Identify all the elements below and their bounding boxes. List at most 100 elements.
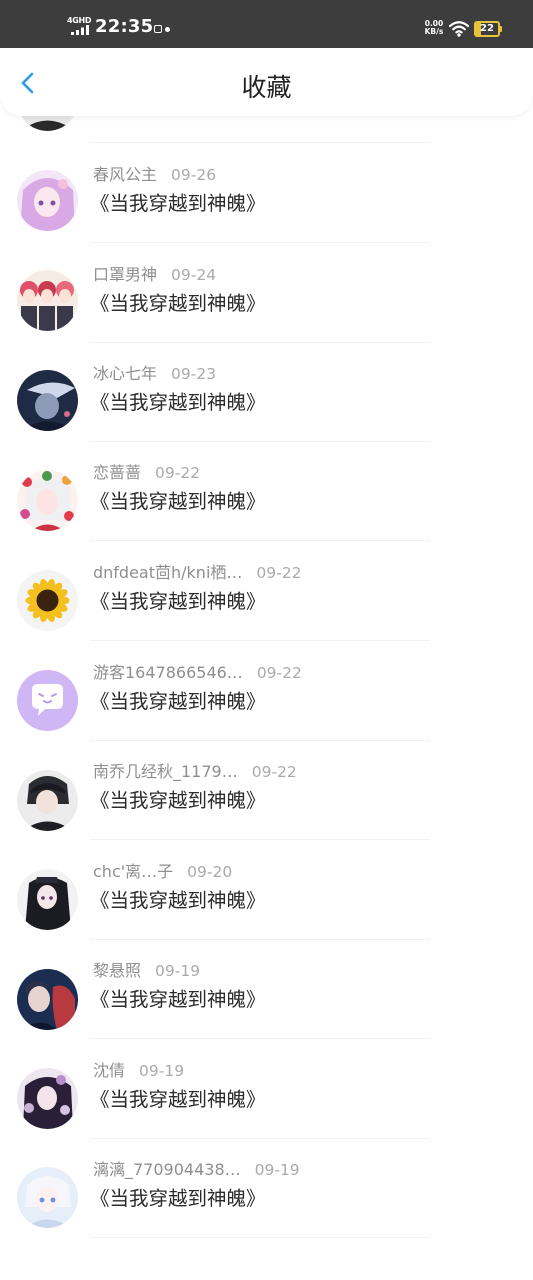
avatar-image	[17, 969, 78, 1030]
list-item[interactable]: 漓漓_770904438… 09-19 《当我穿越到神魄》	[0, 1149, 533, 1248]
avatar-image	[17, 570, 78, 631]
avatar[interactable]	[17, 470, 78, 531]
username[interactable]: chc'离…子	[93, 861, 173, 883]
nav-header: 收藏	[0, 48, 533, 116]
username[interactable]: 南乔几经秋_1179…	[93, 761, 238, 783]
network-speed-unit: KB/s	[424, 27, 444, 36]
book-title[interactable]: 《当我穿越到神魄》	[90, 389, 266, 417]
avatar[interactable]	[17, 1167, 78, 1228]
avatar[interactable]	[17, 370, 78, 431]
list-item[interactable]: 恋蔷蔷 09-22 《当我穿越到神魄》	[0, 452, 533, 551]
avatar-image	[17, 869, 78, 930]
favorite-date: 09-22	[155, 464, 201, 482]
divider	[90, 540, 430, 541]
book-title[interactable]: 《当我穿越到神魄》	[90, 488, 266, 516]
avatar-image	[17, 1068, 78, 1129]
back-button[interactable]	[14, 68, 44, 98]
favorite-date: 09-19	[155, 962, 201, 980]
divider	[90, 242, 430, 243]
avatar-image	[17, 370, 78, 431]
divider	[90, 342, 430, 343]
favorite-date: 09-22	[251, 763, 297, 781]
user-line: 游客1647866546… 09-22	[93, 662, 302, 684]
user-line: 漓漓_770904438… 09-19	[93, 1159, 300, 1181]
avatar[interactable]	[17, 170, 78, 231]
book-title[interactable]: 《当我穿越到神魄》	[90, 190, 266, 218]
favorites-list[interactable]: 天_05210275084…09-27《当我穿越到神魄》春风公主09-26《当我…	[0, 48, 533, 1280]
avatar[interactable]	[17, 869, 78, 930]
book-title[interactable]: 《当我穿越到神魄》	[90, 1185, 266, 1213]
cellular-signal-icon: 4GHD	[67, 16, 92, 37]
username[interactable]: 黎悬照	[93, 960, 141, 982]
avatar-image	[17, 1167, 78, 1228]
list-item[interactable]: chc'离…子 09-20 《当我穿越到神魄》	[0, 851, 533, 950]
list-item[interactable]: dnfdeat茴h/kni栖… 09-22 《当我穿越到神魄》	[0, 552, 533, 651]
list-item[interactable]: 沈倩 09-19 《当我穿越到神魄》	[0, 1050, 533, 1149]
divider	[90, 839, 430, 840]
divider	[90, 1138, 430, 1139]
username[interactable]: 冰心七年	[93, 363, 157, 385]
favorite-date: 09-19	[139, 1062, 185, 1080]
user-line: 沈倩 09-19	[93, 1060, 184, 1082]
book-title[interactable]: 《当我穿越到神魄》	[90, 688, 266, 716]
favorite-date: 09-24	[171, 266, 217, 284]
user-line: 春风公主 09-26	[93, 164, 216, 186]
book-title[interactable]: 《当我穿越到神魄》	[90, 588, 266, 616]
book-title[interactable]: 《当我穿越到神魄》	[90, 986, 266, 1014]
list-item[interactable]: 口罩男神 09-24 《当我穿越到神魄》	[0, 254, 533, 353]
favorite-date: 09-26	[171, 166, 217, 184]
wifi-icon	[449, 21, 469, 37]
favorite-date: 09-22	[256, 564, 302, 582]
network-type-label: 4GHD	[67, 16, 92, 25]
book-title[interactable]: 《当我穿越到神魄》	[90, 1086, 266, 1114]
username[interactable]: dnfdeat茴h/kni栖…	[93, 562, 242, 584]
battery-icon: 22	[474, 21, 502, 37]
divider	[90, 1038, 430, 1039]
avatar[interactable]	[17, 670, 78, 731]
avatar[interactable]	[17, 969, 78, 1030]
username[interactable]: 恋蔷蔷	[93, 462, 141, 484]
avatar-image	[17, 470, 78, 531]
avatar[interactable]	[17, 570, 78, 631]
list-item[interactable]: 南乔几经秋_1179… 09-22 《当我穿越到神魄》	[0, 751, 533, 850]
username[interactable]: 游客1647866546…	[93, 662, 243, 684]
notification-dot-icon	[165, 27, 170, 32]
favorite-date: 09-22	[256, 664, 302, 682]
avatar[interactable]	[17, 1068, 78, 1129]
status-bar: 4GHD 22:35 0.00 KB/s 22	[0, 0, 533, 48]
user-line: 恋蔷蔷 09-22	[93, 462, 200, 484]
book-title[interactable]: 《当我穿越到神魄》	[90, 787, 266, 815]
status-time: 22:35	[95, 16, 154, 37]
list-item[interactable]: 游客1647866546… 09-22 《当我穿越到神魄》	[0, 652, 533, 751]
user-line: 口罩男神 09-24	[93, 264, 216, 286]
list-item[interactable]: 冰心七年 09-23 《当我穿越到神魄》	[0, 353, 533, 452]
divider	[90, 1237, 430, 1238]
network-speed: 0.00 KB/s	[423, 20, 445, 36]
divider	[90, 142, 430, 143]
avatar-image	[17, 170, 78, 231]
user-line: dnfdeat茴h/kni栖… 09-22	[93, 562, 301, 584]
user-line: 黎悬照 09-19	[93, 960, 200, 982]
book-title[interactable]: 《当我穿越到神魄》	[90, 290, 266, 318]
username[interactable]: 口罩男神	[93, 264, 157, 286]
favorite-date: 09-20	[187, 863, 233, 881]
divider	[90, 740, 430, 741]
book-title[interactable]: 《当我穿越到神魄》	[90, 887, 266, 915]
divider	[90, 441, 430, 442]
avatar[interactable]	[17, 770, 78, 831]
list-item[interactable]: 黎悬照 09-19 《当我穿越到神魄》	[0, 950, 533, 1049]
user-line: chc'离…子 09-20	[93, 861, 232, 883]
notification-icon	[154, 25, 162, 33]
user-line: 冰心七年 09-23	[93, 363, 216, 385]
username[interactable]: 春风公主	[93, 164, 157, 186]
divider	[90, 939, 430, 940]
chevron-left-icon	[21, 72, 34, 94]
list-item[interactable]: 春风公主 09-26 《当我穿越到神魄》	[0, 154, 533, 253]
avatar[interactable]	[17, 270, 78, 331]
username[interactable]: 漓漓_770904438…	[93, 1159, 241, 1181]
avatar-image	[17, 270, 78, 331]
user-line: 南乔几经秋_1179… 09-22	[93, 761, 297, 783]
avatar-image	[17, 770, 78, 831]
avatar-image	[17, 670, 78, 731]
username[interactable]: 沈倩	[93, 1060, 125, 1082]
